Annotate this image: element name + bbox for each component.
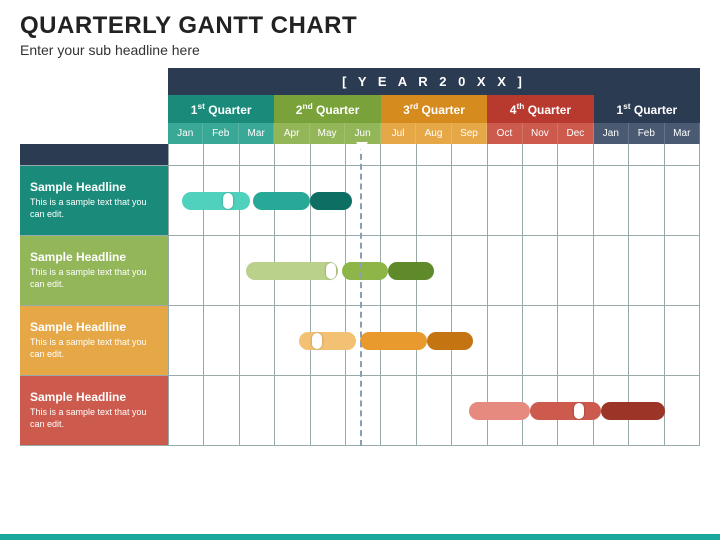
gantt-bar[interactable] — [427, 332, 473, 350]
month-header: Jan — [594, 123, 629, 144]
month-header: Nov — [523, 123, 558, 144]
month-header: Oct — [487, 123, 522, 144]
task-desc: This is a sample text that you can edit. — [30, 197, 158, 220]
gantt-chart: [ Y E A R 2 0 X X ] 1st Quarter2nd Quart… — [20, 68, 700, 446]
month-header: Jan — [168, 123, 203, 144]
progress-marker[interactable] — [574, 403, 584, 419]
quarter-header: 4th Quarter — [487, 95, 593, 123]
gantt-bar[interactable] — [388, 262, 434, 280]
task-desc: This is a sample text that you can edit. — [30, 267, 158, 290]
gantt-bar[interactable] — [182, 192, 249, 210]
quarter-header: 2nd Quarter — [274, 95, 380, 123]
month-header: Dec — [558, 123, 593, 144]
gantt-bar[interactable] — [360, 332, 427, 350]
task-label[interactable]: Sample Headline This is a sample text tha… — [20, 166, 168, 235]
year-header: [ Y E A R 2 0 X X ] — [168, 68, 700, 95]
progress-marker[interactable] — [326, 263, 336, 279]
month-header: Mar — [239, 123, 274, 144]
gantt-body: Sample Headline This is a sample text tha… — [20, 144, 700, 446]
month-header-row: JanFebMarAprMayJunJulAugSepOctNovDecJanF… — [168, 123, 700, 144]
task-bar-area — [168, 376, 700, 445]
task-bar-area — [168, 236, 700, 305]
gantt-bar[interactable] — [342, 262, 388, 280]
task-title: Sample Headline — [30, 250, 158, 264]
task-label[interactable]: Sample Headline This is a sample text tha… — [20, 236, 168, 305]
today-marker-icon — [356, 142, 368, 152]
task-title: Sample Headline — [30, 390, 158, 404]
today-marker-line — [360, 144, 362, 446]
month-header: Jun — [345, 123, 380, 144]
month-header: Apr — [274, 123, 309, 144]
gantt-bar[interactable] — [299, 332, 356, 350]
gantt-bar[interactable] — [469, 402, 529, 420]
quarter-header: 3rd Quarter — [381, 95, 487, 123]
gantt-bar[interactable] — [310, 192, 353, 210]
task-title: Sample Headline — [30, 320, 158, 334]
month-header: Mar — [665, 123, 700, 144]
task-desc: This is a sample text that you can edit. — [30, 407, 158, 430]
task-label[interactable]: Sample Headline This is a sample text tha… — [20, 306, 168, 375]
quarter-header: 1st Quarter — [168, 95, 274, 123]
quarter-header: 1st Quarter — [594, 95, 700, 123]
quarter-header-row: 1st Quarter2nd Quarter3rd Quarter4th Qua… — [168, 95, 700, 123]
task-label[interactable]: Sample Headline This is a sample text tha… — [20, 376, 168, 445]
task-bar-area — [168, 306, 700, 375]
month-header: May — [310, 123, 345, 144]
page-subtitle[interactable]: Enter your sub headline here — [20, 42, 700, 58]
task-desc: This is a sample text that you can edit. — [30, 337, 158, 360]
month-header: Jul — [381, 123, 416, 144]
gantt-bar[interactable] — [253, 192, 310, 210]
progress-marker[interactable] — [223, 193, 233, 209]
month-header: Feb — [203, 123, 238, 144]
month-header: Sep — [452, 123, 487, 144]
task-title: Sample Headline — [30, 180, 158, 194]
gantt-bar[interactable] — [246, 262, 338, 280]
gantt-bar[interactable] — [601, 402, 665, 420]
task-bar-area — [168, 166, 700, 235]
month-header: Aug — [416, 123, 451, 144]
gantt-bar[interactable] — [530, 402, 601, 420]
footer-accent — [0, 534, 720, 540]
month-header: Feb — [629, 123, 664, 144]
page-title: QUARTERLY GANTT CHART — [20, 12, 700, 40]
progress-marker[interactable] — [312, 333, 322, 349]
